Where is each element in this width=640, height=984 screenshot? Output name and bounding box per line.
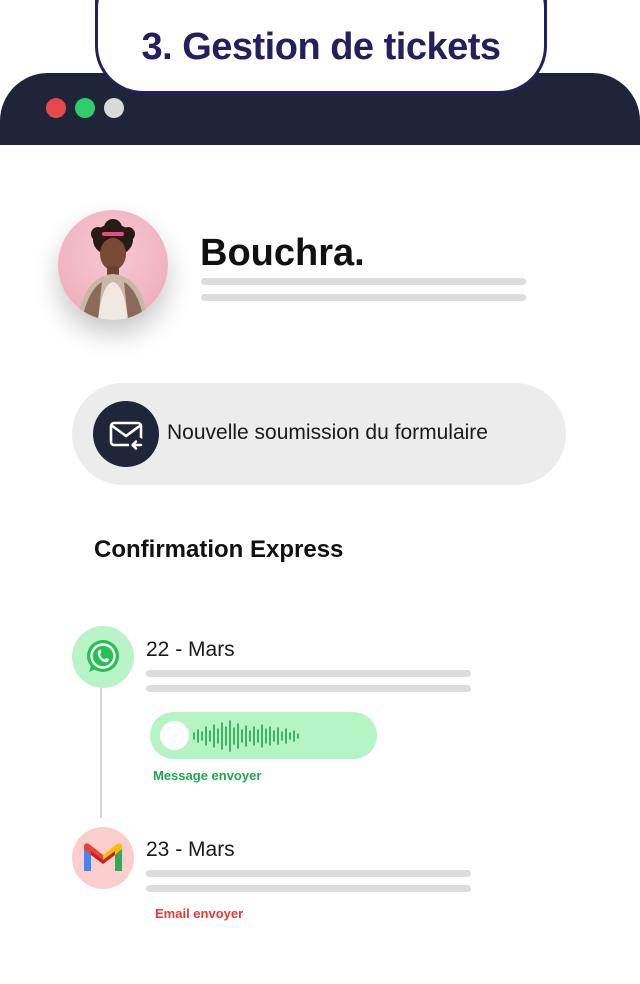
page-title: 3. Gestion de tickets <box>141 26 501 68</box>
placeholder-line <box>146 870 471 877</box>
person-avatar-icon <box>78 219 148 320</box>
avatar <box>58 210 168 320</box>
placeholder-line <box>201 294 526 301</box>
window-maximize-dot[interactable] <box>75 98 95 118</box>
waveform-icon <box>193 720 299 752</box>
whatsapp-icon <box>72 626 134 688</box>
voice-message[interactable] <box>150 712 377 759</box>
notification-card[interactable]: Nouvelle soumission du formulaire <box>72 383 566 485</box>
gmail-icon <box>72 827 134 889</box>
placeholder-line <box>146 685 471 692</box>
timeline-date: 23 - Mars <box>146 838 235 861</box>
title-badge: 3. Gestion de tickets <box>95 0 547 94</box>
timeline-connector <box>100 688 102 818</box>
placeholder-line <box>146 670 471 677</box>
status-badge: Message envoyer <box>153 768 262 783</box>
notification-text: Nouvelle soumission du formulaire <box>167 421 488 444</box>
placeholder-line <box>146 885 471 892</box>
mail-reply-icon <box>93 401 159 467</box>
timeline-date: 22 - Mars <box>146 638 235 661</box>
status-badge: Email envoyer <box>155 906 244 921</box>
window-minimize-dot[interactable] <box>104 98 124 118</box>
placeholder-line <box>201 278 526 285</box>
voice-play-button[interactable] <box>160 721 189 750</box>
profile-name: Bouchra. <box>200 232 365 274</box>
window-close-dot[interactable] <box>46 98 66 118</box>
section-title: Confirmation Express <box>94 536 344 563</box>
